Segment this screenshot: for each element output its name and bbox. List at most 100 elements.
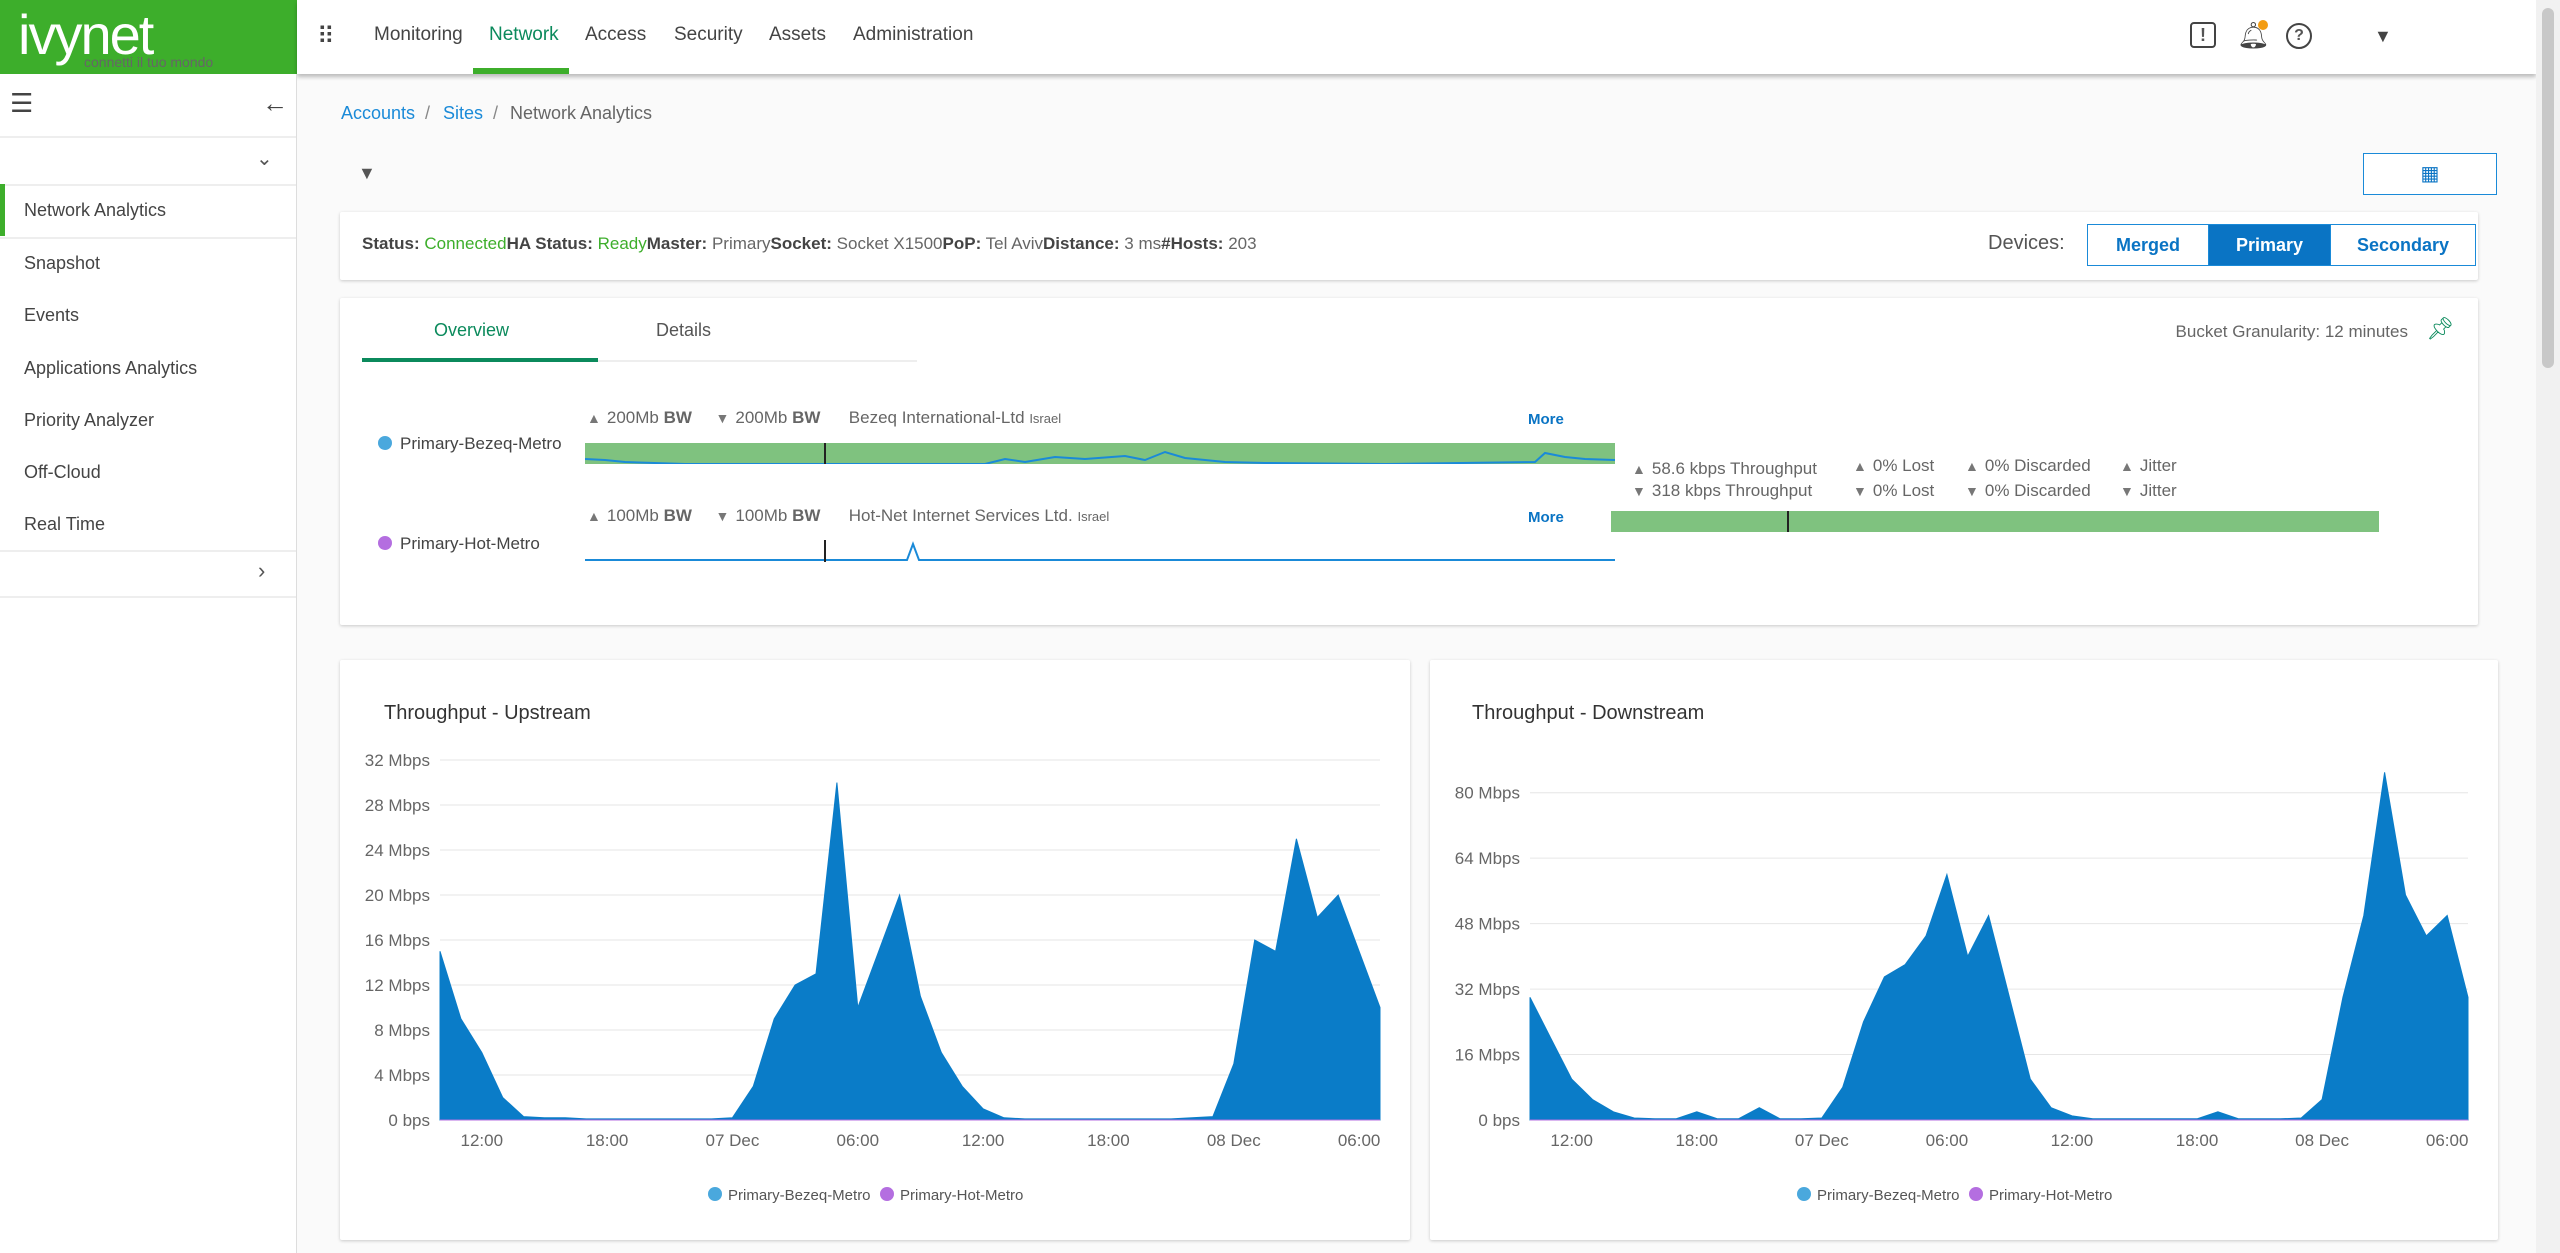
tab-indicator [362,358,598,362]
pin-icon[interactable]: 📌︎ [2426,316,2454,342]
upstream-chart-card: Throughput - Upstream 0 bps 4 Mbps 8 Mbps 1… [340,660,1410,1240]
sidebar-item-real-time[interactable]: Real Time [0,498,296,550]
logo[interactable]: ivynet connetti il tuo mondo [0,0,297,74]
nav-network[interactable]: Network [489,24,559,46]
calendar-button[interactable]: ▦ [2363,153,2497,195]
x-tick-label: 12:00 [2051,1131,2094,1150]
sidebar-item-off-cloud[interactable]: Off-Cloud [0,446,296,498]
y-tick-label: 8 Mbps [374,1021,430,1040]
legend-marker [1797,1187,1811,1201]
y-tick-label: 12 Mbps [365,976,430,995]
timeline-marker [1787,511,1789,532]
top-nav: ⠿ Monitoring Network Access Security Ass… [297,0,2536,74]
link-info-bezeq: ▲ 200Mb BW ▼ 200Mb BW Bezeq International-… [587,408,1062,427]
x-tick-label: 07 Dec [1795,1131,1849,1150]
legend-label: Primary-Bezeq-Metro [728,1187,871,1204]
x-tick-label: 18:00 [1675,1131,1718,1150]
sidebar-item-events[interactable]: Events [0,289,296,341]
sidebar-item-applications-analytics[interactable]: Applications Analytics [0,342,296,394]
summary-timeline-bar [1611,511,2379,532]
x-tick-label: 07 Dec [706,1131,760,1150]
caret-down-icon[interactable]: ▼ [2374,26,2392,47]
x-tick-label: 12:00 [1550,1131,1593,1150]
calendar-icon: ▦ [2420,163,2440,185]
breadcrumb-current: Network Analytics [510,103,653,123]
series-area-primary-bezeq-metro [1529,772,2469,1121]
metrics-up-lost: ▲ 0% Lost [1853,456,1935,475]
series-area-primary-bezeq-metro [439,782,1381,1121]
link-label-hot: Primary-Hot-Metro [378,534,540,554]
x-tick-label: 06:00 [837,1131,880,1150]
chevron-down-icon[interactable]: ⌄ [256,146,273,171]
y-tick-label: 28 Mbps [365,796,430,815]
sidebar: ☰ ← ⌄ Network Analytics Snapshot Events … [0,74,297,1253]
sidebar-item-snapshot[interactable]: Snapshot [0,237,296,289]
tab-details[interactable]: Details [656,320,711,341]
nav-security[interactable]: Security [674,24,743,46]
nav-assets[interactable]: Assets [769,24,826,46]
breadcrumb-accounts[interactable]: Accounts [341,103,415,124]
legend-label: Primary-Hot-Metro [900,1187,1023,1204]
y-tick-label: 16 Mbps [1455,1046,1520,1065]
x-tick-label: 08 Dec [1207,1131,1261,1150]
metrics-up-discarded: ▲ 0% Discarded [1965,456,2091,475]
legend-marker [708,1187,722,1201]
link-label-bezeq: Primary-Bezeq-Metro [378,434,562,454]
devices-label: Devices: [1988,232,2065,254]
logo-tagline: connetti il tuo mondo [84,54,214,70]
device-merged-button[interactable]: Merged [2087,224,2209,266]
x-tick-label: 08 Dec [2295,1131,2349,1150]
upstream-chart: 0 bps 4 Mbps 8 Mbps 12 Mbps 16 Mbps 20 Mbps 24… [365,751,1381,1204]
downstream-chart-card: Throughput - Downstream 0 bps 16 Mbps 32 M… [1430,660,2498,1240]
device-secondary-button[interactable]: Secondary [2330,224,2476,266]
x-tick-label: 18:00 [1087,1131,1130,1150]
y-tick-label: 24 Mbps [365,841,430,860]
status-line: Status: ConnectedHA Status: ReadyMaster:… [362,234,1257,253]
nav-administration[interactable]: Administration [853,24,973,46]
scrollbar-thumb[interactable] [2542,8,2554,368]
menu-icon[interactable]: ☰ [10,88,33,119]
y-tick-label: 32 Mbps [1455,980,1520,999]
overview-card: Overview Details Bucket Granularity: 12 … [340,298,2478,625]
metrics-down-discarded: ▼ 0% Discarded [1965,481,2091,500]
breadcrumb-sites[interactable]: Sites [443,103,483,124]
site-dropdown-icon[interactable]: ▼ [358,163,376,184]
metrics-down-lost: ▼ 0% Lost [1853,481,1935,500]
chevron-right-icon[interactable]: › [258,558,265,584]
legend-label: Primary-Hot-Metro [1989,1187,2112,1204]
active-tab-indicator [473,68,569,74]
y-tick-label: 4 Mbps [374,1066,430,1085]
metrics-up-jitter: ▲ Jitter [2120,456,2177,475]
nav-access[interactable]: Access [585,24,646,46]
alert-icon[interactable]: ! [2190,22,2216,48]
y-tick-label: 32 Mbps [365,751,430,770]
legend-marker [880,1187,894,1201]
x-tick-label: 12:00 [461,1131,504,1150]
nav-monitoring[interactable]: Monitoring [374,24,463,46]
more-link-hot[interactable]: More [1528,509,1564,526]
tab-overview[interactable]: Overview [434,320,509,341]
help-icon[interactable]: ? [2286,23,2312,49]
y-tick-label: 48 Mbps [1455,915,1520,934]
more-link-bezeq[interactable]: More [1528,411,1564,428]
y-tick-label: 20 Mbps [365,886,430,905]
sidebar-item-network-analytics[interactable]: Network Analytics [0,184,296,236]
x-tick-label: 06:00 [1338,1131,1381,1150]
legend-label: Primary-Bezeq-Metro [1817,1187,1960,1204]
y-tick-label: 0 bps [1478,1111,1520,1130]
y-tick-label: 16 Mbps [365,931,430,950]
sidebar-item-priority-analyzer[interactable]: Priority Analyzer [0,394,296,446]
apps-grid-icon[interactable]: ⠿ [317,22,335,51]
x-tick-label: 06:00 [2426,1131,2469,1150]
hot-sparkline [585,540,1615,562]
x-tick-label: 06:00 [1926,1131,1969,1150]
link-info-hot: ▲ 100Mb BW ▼ 100Mb BW Hot-Net Internet Ser… [587,506,1110,525]
metrics-up: ▲ 58.6 kbps Throughput [1632,459,1817,478]
bucket-granularity: Bucket Granularity: 12 minutes [2175,322,2408,341]
collapse-arrow-icon[interactable]: ← [262,88,288,119]
bezeq-sparkline [585,443,1615,464]
x-tick-label: 18:00 [586,1131,629,1150]
scrollbar[interactable] [2536,0,2560,1253]
device-primary-button[interactable]: Primary [2208,224,2331,266]
y-tick-label: 0 bps [388,1111,430,1130]
